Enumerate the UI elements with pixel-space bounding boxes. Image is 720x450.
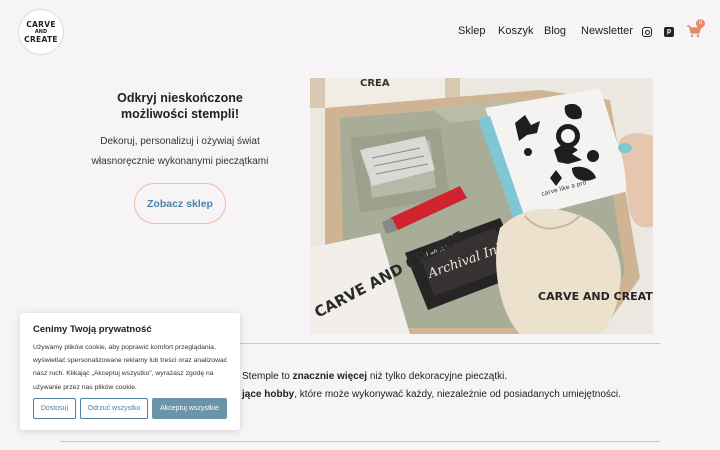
nav-blog[interactable]: Blog [544,25,566,37]
hero-product-photo: CREA Archival Ink Ranger carve like a pr… [310,78,653,334]
accept-all-button[interactable]: Akceptuj wszystkie [152,398,227,419]
intro-line-2: jące hobby, które może wykonywać każdy, … [242,389,621,400]
main-nav: Sklep Koszyk Blog Newsletter [0,25,720,41]
cart-count-badge: 0 [696,19,705,28]
pinterest-icon[interactable]: p [664,27,674,37]
instagram-icon[interactable] [642,27,652,37]
box-label: CREA [360,78,390,89]
hero-title: Odkryj nieskończone możliwości stempli! [117,91,243,121]
intro-line-1: Stemple to znacznie więcej niż tylko dek… [242,371,507,382]
intro-line-2-bold: jące hobby [242,389,295,400]
hero-subtitle: Dekoruj, personalizuj i ożywiaj świat wł… [91,136,269,167]
intro-line-1-pre: Stemple to [242,371,293,382]
nav-koszyk[interactable]: Koszyk [498,25,533,37]
cookie-consent-banner: Cenimy Twoją prywatność Używamy plików c… [20,313,240,430]
cookie-title: Cenimy Twoją prywatność [33,324,152,335]
intro-line-1-bold: znacznie więcej [292,371,368,382]
intro-line-2-post: , które może wykonywać każdy, niezależni… [294,389,621,400]
reject-all-button[interactable]: Odrzuć wszystko [80,398,148,419]
section-divider [240,343,660,344]
shop-button[interactable]: Zobacz sklep [134,183,226,224]
bottom-divider [60,441,660,442]
cookie-description: Używamy plików cookie, aby poprawić komf… [33,344,228,391]
bag-label: CARVE AND CREATE [538,290,653,303]
nav-newsletter[interactable]: Newsletter [581,25,633,37]
nav-sklep[interactable]: Sklep [458,25,486,37]
customize-cookies-button[interactable]: Dostosuj [33,398,76,419]
intro-line-1-post: niż tylko dekoracyjne pieczątki. [367,371,508,382]
